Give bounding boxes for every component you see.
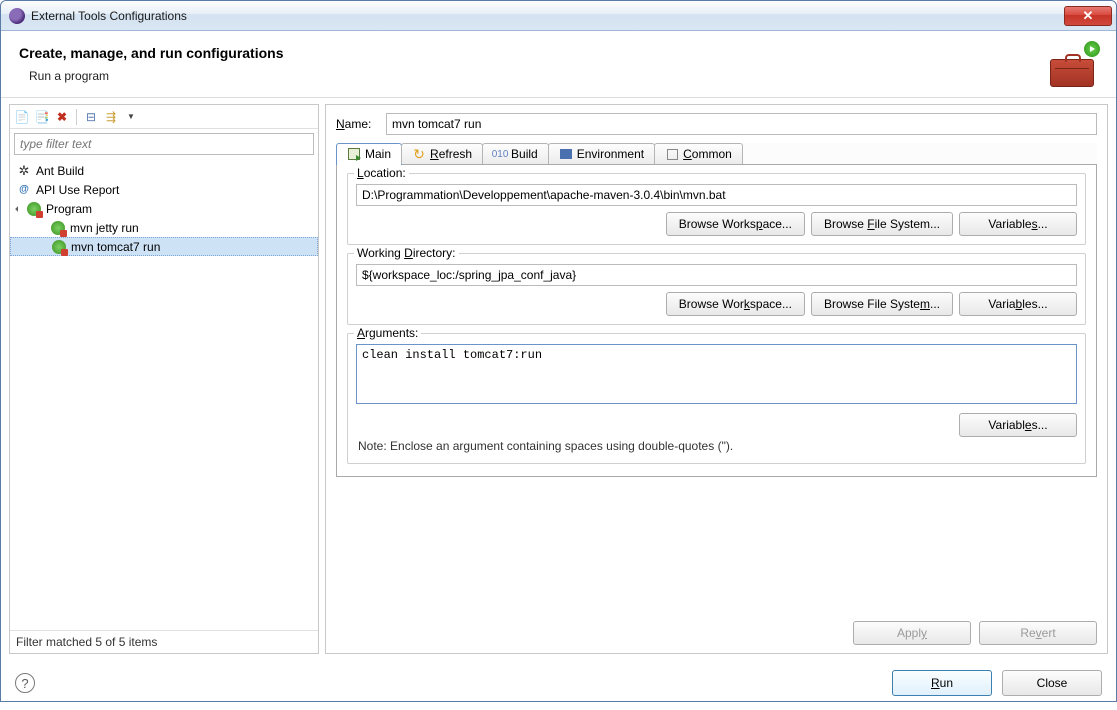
- refresh-tab-icon: ↻: [412, 147, 426, 161]
- name-label: Name:: [336, 117, 378, 131]
- tab-refresh[interactable]: ↻ Refresh: [401, 143, 483, 164]
- dialog-content: 📄 📑 ✖ ⊟ ⇶ ▼ ✲ Ant Build @ API Use Report…: [1, 98, 1116, 660]
- tree-item-program[interactable]: Program: [10, 199, 318, 218]
- tree-item-label: Program: [46, 202, 92, 216]
- run-icon: [1084, 41, 1100, 57]
- environment-tab-icon: [559, 147, 573, 161]
- filter-status: Filter matched 5 of 5 items: [10, 630, 318, 653]
- tab-label: Refresh: [430, 147, 472, 161]
- configurations-panel: 📄 📑 ✖ ⊟ ⇶ ▼ ✲ Ant Build @ API Use Report…: [9, 104, 319, 654]
- arguments-label: Arguments:: [354, 326, 421, 340]
- window-close-button[interactable]: ✕: [1064, 6, 1112, 26]
- variables-button[interactable]: Variables...: [959, 292, 1077, 316]
- header-image: [1048, 45, 1098, 87]
- program-icon: [50, 220, 66, 236]
- tab-build[interactable]: 010 Build: [482, 143, 549, 164]
- arguments-note: Note: Enclose an argument containing spa…: [358, 439, 1077, 453]
- tree-item-label: Ant Build: [36, 164, 84, 178]
- browse-workspace-button[interactable]: Browse Workspace...: [666, 292, 805, 316]
- duplicate-config-icon[interactable]: 📑: [34, 109, 50, 125]
- app-icon: [9, 8, 25, 24]
- revert-button[interactable]: Revert: [979, 621, 1097, 645]
- location-group: Location: Browse Workspace... Browse Fil…: [347, 173, 1086, 245]
- delete-config-icon[interactable]: ✖: [54, 109, 70, 125]
- dialog-header: Create, manage, and run configurations R…: [1, 31, 1116, 98]
- workdir-group: Working Directory: Browse Workspace... B…: [347, 253, 1086, 325]
- apply-revert-row: Apply Revert: [336, 613, 1097, 645]
- tab-common[interactable]: Common: [654, 143, 743, 164]
- build-tab-icon: 010: [493, 147, 507, 161]
- common-tab-icon: [665, 147, 679, 161]
- configuration-editor: Name: Main ↻ Refresh 010 Build Environme…: [325, 104, 1108, 654]
- program-icon: [51, 239, 67, 255]
- tree-item-mvn-tomcat7[interactable]: mvn tomcat7 run: [10, 237, 318, 256]
- apply-button[interactable]: Apply: [853, 621, 971, 645]
- collapse-all-icon[interactable]: ⊟: [83, 109, 99, 125]
- tab-bar: Main ↻ Refresh 010 Build Environment Com…: [336, 143, 1097, 165]
- tab-label: Common: [683, 147, 732, 161]
- window-titlebar: External Tools Configurations ✕: [1, 1, 1116, 31]
- main-tab-icon: [347, 147, 361, 161]
- dropdown-arrow-icon[interactable]: ▼: [123, 109, 139, 125]
- workdir-label: Working Directory:: [354, 246, 459, 260]
- ant-icon: ✲: [16, 163, 32, 179]
- tab-label: Main: [365, 147, 391, 161]
- dialog-footer: ? Run Close: [1, 660, 1116, 710]
- help-icon: ?: [21, 676, 28, 691]
- browse-filesystem-button[interactable]: Browse File System...: [811, 212, 953, 236]
- tab-label: Build: [511, 147, 538, 161]
- tree-item-mvn-jetty[interactable]: mvn jetty run: [10, 218, 318, 237]
- new-config-icon[interactable]: 📄: [14, 109, 30, 125]
- browse-filesystem-button[interactable]: Browse File System...: [811, 292, 953, 316]
- name-input[interactable]: [386, 113, 1097, 135]
- variables-button[interactable]: Variables...: [959, 212, 1077, 236]
- header-title: Create, manage, and run configurations: [19, 45, 284, 61]
- tree-item-label: mvn tomcat7 run: [71, 240, 160, 254]
- tree-item-ant-build[interactable]: ✲ Ant Build: [10, 161, 318, 180]
- close-button[interactable]: Close: [1002, 670, 1102, 696]
- configurations-tree[interactable]: ✲ Ant Build @ API Use Report Program mvn…: [10, 159, 318, 630]
- help-button[interactable]: ?: [15, 673, 35, 693]
- toolbox-icon: [1050, 59, 1094, 87]
- tab-environment[interactable]: Environment: [548, 143, 655, 164]
- filter-input[interactable]: [14, 133, 314, 155]
- tree-item-api-report[interactable]: @ API Use Report: [10, 180, 318, 199]
- left-toolbar: 📄 📑 ✖ ⊟ ⇶ ▼: [10, 105, 318, 129]
- arguments-input[interactable]: clean install tomcat7:run: [356, 344, 1077, 404]
- browse-workspace-button[interactable]: Browse Workspace...: [666, 212, 805, 236]
- expand-icon[interactable]: [15, 206, 21, 212]
- location-input[interactable]: [356, 184, 1077, 206]
- api-icon: @: [16, 182, 32, 198]
- tab-label: Environment: [577, 147, 644, 161]
- tree-item-label: mvn jetty run: [70, 221, 139, 235]
- location-label: Location:: [354, 166, 409, 180]
- tab-main-body: Location: Browse Workspace... Browse Fil…: [336, 165, 1097, 477]
- tree-item-label: API Use Report: [36, 183, 119, 197]
- window-title: External Tools Configurations: [31, 9, 187, 23]
- close-icon: ✕: [1083, 8, 1094, 24]
- run-button[interactable]: Run: [892, 670, 992, 696]
- filter-icon[interactable]: ⇶: [103, 109, 119, 125]
- tab-main[interactable]: Main: [336, 143, 402, 165]
- workdir-input[interactable]: [356, 264, 1077, 286]
- arguments-group: Arguments: clean install tomcat7:run Var…: [347, 333, 1086, 464]
- header-subtitle: Run a program: [19, 69, 284, 83]
- variables-button[interactable]: Variables...: [959, 413, 1077, 437]
- program-icon: [26, 201, 42, 217]
